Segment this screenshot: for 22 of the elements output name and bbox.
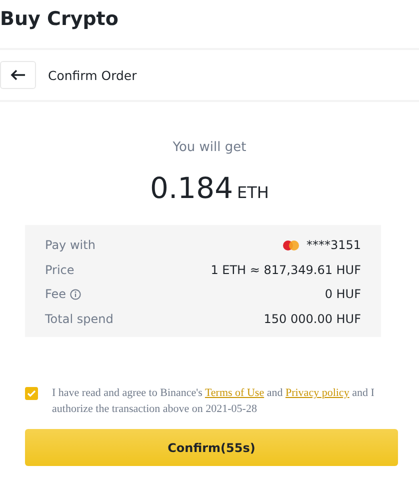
summary-value: 1 ETH ≈ 817,349.61 HUF <box>210 262 361 277</box>
back-arrow-icon <box>10 69 26 81</box>
summary-label: Pay with <box>45 238 96 252</box>
summary-label: Fee <box>45 287 66 302</box>
policy-link[interactable]: Terms of Use <box>204 387 264 399</box>
info-icon[interactable] <box>70 288 82 300</box>
agree-checkbox[interactable] <box>25 387 38 400</box>
back-button[interactable] <box>0 61 36 89</box>
agreement-text: I have read and agree to Binance's Terms of Use and Privacy policy and I authorize the transaction above on 2021-05-28 <box>52 386 376 417</box>
card-logo-icon <box>282 240 300 251</box>
receive-label: You will get <box>172 140 246 155</box>
summary-value: ****3151 <box>306 238 361 252</box>
summary-value: 150 000.00 HUF <box>264 312 361 326</box>
policy-link[interactable]: Privacy policy <box>285 387 350 399</box>
receive-unit: ETH <box>237 183 269 202</box>
receive-amount: 0.184 <box>150 171 234 205</box>
summary-value: 0 HUF <box>324 287 361 302</box>
header-title: Confirm Order <box>48 68 137 82</box>
summary-label: Total spend <box>45 312 114 326</box>
summary-label: Price <box>45 262 74 277</box>
confirm-button[interactable]: Confirm(55s) <box>25 429 398 466</box>
page-title: Buy Crypto <box>0 7 118 32</box>
